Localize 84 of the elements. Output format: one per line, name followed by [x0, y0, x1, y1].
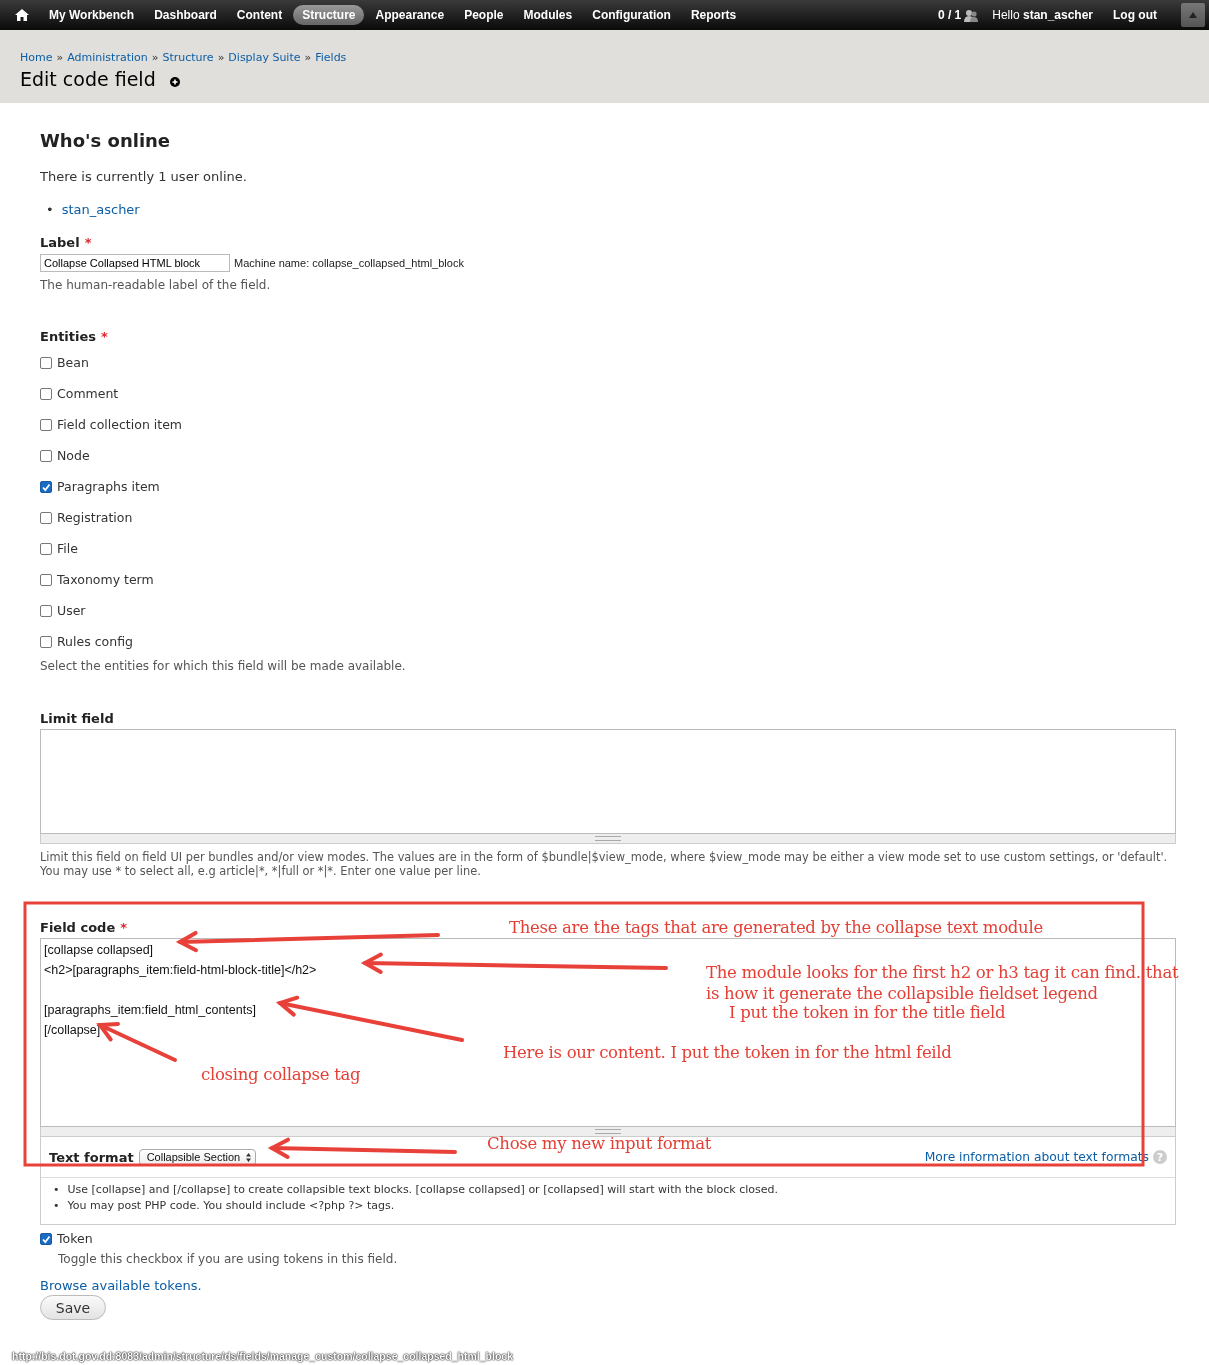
checkbox-label[interactable]: Node — [57, 448, 90, 463]
annotation-note: I put the token in for the title field — [729, 1003, 1006, 1023]
required-mark: * — [101, 329, 108, 344]
required-mark: * — [120, 920, 127, 935]
online-count: 0 / 1 — [937, 8, 962, 22]
menu-item[interactable]: Content — [227, 5, 292, 25]
online-text: There is currently 1 user online. — [40, 169, 248, 184]
label-input[interactable]: Collapse Collapsed HTML block — [40, 254, 230, 272]
menu-item[interactable]: My Workbench — [40, 5, 144, 25]
checkbox[interactable] — [40, 387, 52, 400]
menu-item[interactable]: Dashboard — [145, 5, 226, 25]
checkbox[interactable] — [40, 418, 52, 431]
caret-icon — [1189, 12, 1197, 18]
add-shortcut-icon[interactable] — [169, 77, 180, 87]
annotation-note: closing collapse tag — [201, 1064, 361, 1085]
annotation-note: These are the tags that are generated by the collapse text module — [507, 917, 1045, 938]
breadcrumb-separator: » — [151, 51, 159, 64]
checkbox-label[interactable]: Rules config — [57, 634, 133, 649]
help-text: Limit this field on field UI per bundles and/or view modes. The values are in the form of $bundle|$view_mode, where $view_mode may be either a view mode set to use custom settings, or 'default'. You may use * to select all, e.g article|*, *|full or *|*. Enter one value per line. — [40, 850, 1169, 878]
checkbox-label[interactable]: Paragraphs item — [57, 479, 160, 494]
checkbox[interactable] — [40, 449, 52, 462]
breadcrumb-link[interactable]: Home — [20, 51, 53, 64]
checkbox[interactable] — [40, 542, 52, 555]
checkbox-label[interactable]: User — [57, 603, 86, 618]
format-tip: You may post PHP code. You should include <?php ?> tags. — [67, 1198, 395, 1214]
toggle-button[interactable] — [1181, 3, 1205, 27]
annotation-note: The module looks for the first h2 or h3 tag it can find. that is how it generate the collapsible fieldset legend — [706, 962, 1179, 1004]
user-link[interactable]: stan_ascher — [61, 202, 140, 217]
checkbox-label[interactable]: Field collection item — [57, 417, 182, 432]
checkbox-label[interactable]: Taxonomy term — [57, 572, 154, 587]
breadcrumb-separator: » — [304, 51, 312, 64]
checkbox[interactable] — [40, 511, 52, 524]
bullet: • — [53, 1198, 60, 1214]
breadcrumb-link[interactable]: Display Suite — [228, 51, 301, 64]
home-icon[interactable] — [14, 8, 30, 22]
field-label: Field code — [40, 920, 116, 935]
checkbox[interactable] — [40, 1232, 52, 1245]
menu-item[interactable]: People — [455, 5, 513, 25]
status-url: http://bis.dot.gov.dd:8083/admin/structure/ds/fields/manage_custom/collapse_collapsed_html_block — [12, 1350, 513, 1362]
checkbox[interactable] — [40, 573, 52, 586]
user-greeting: Hello stan_ascher — [992, 8, 1093, 22]
checkbox-label[interactable]: Bean — [57, 355, 89, 370]
annotation-note: Here is our content. I put the token in for the html feild — [503, 1042, 952, 1063]
menu-item[interactable]: Structure — [293, 5, 365, 25]
breadcrumb-separator: » — [217, 51, 225, 64]
menu-item[interactable]: Configuration — [583, 5, 680, 25]
checkbox-label[interactable]: Comment — [57, 386, 119, 401]
users-icon — [964, 8, 979, 22]
resize-grip[interactable] — [40, 1127, 1176, 1137]
help-text: Toggle this checkbox if you are using tokens in this field. — [58, 1252, 399, 1266]
help-text: Select the entities for which this field will be made available. — [40, 659, 407, 673]
page-title: Edit code field — [20, 68, 156, 90]
logout-link[interactable]: Log out — [1113, 8, 1157, 22]
limit-field-input[interactable] — [40, 729, 1176, 834]
machine-name: Machine name: collapse_collapsed_html_block — [234, 257, 464, 269]
checkbox-label[interactable]: File — [57, 541, 78, 556]
checkbox-label[interactable]: Registration — [57, 510, 133, 525]
checkbox[interactable] — [40, 604, 52, 617]
required-mark: * — [84, 235, 92, 250]
bullet: • — [53, 1182, 60, 1198]
checkbox-label[interactable]: Token — [57, 1231, 93, 1246]
format-tip: Use [collapse] and [/collapse] to create collapsible text blocks. [collapse collapsed] or [collapsed] will start with the block closed. — [67, 1182, 778, 1198]
checkbox[interactable] — [40, 635, 52, 648]
help-text: The human-readable label of the field. — [40, 278, 272, 292]
breadcrumb-link[interactable]: Administration — [67, 51, 148, 64]
breadcrumb-link[interactable]: Structure — [162, 51, 214, 64]
menu-item[interactable]: Modules — [514, 5, 582, 25]
save-button[interactable]: Save — [40, 1295, 106, 1320]
field-label: Label — [40, 235, 80, 250]
menu-item[interactable]: Reports — [681, 5, 746, 25]
section-title: Who's online — [40, 130, 172, 151]
bullet: • — [46, 202, 54, 217]
breadcrumb-separator: » — [56, 51, 64, 64]
resize-grip[interactable] — [40, 834, 1176, 844]
checkbox[interactable] — [40, 356, 52, 369]
field-label: Text format — [49, 1149, 134, 1165]
updown-icon — [246, 1152, 252, 1162]
breadcrumb-link[interactable]: Fields — [315, 51, 347, 64]
field-label: Entities — [40, 329, 97, 344]
browse-tokens-link[interactable]: Browse available tokens. — [40, 1278, 202, 1293]
checkbox[interactable] — [40, 480, 52, 493]
field-label: Limit field — [40, 711, 114, 726]
menu-item[interactable]: Appearance — [366, 5, 454, 25]
annotation-note: Chose my new input format — [487, 1133, 712, 1154]
